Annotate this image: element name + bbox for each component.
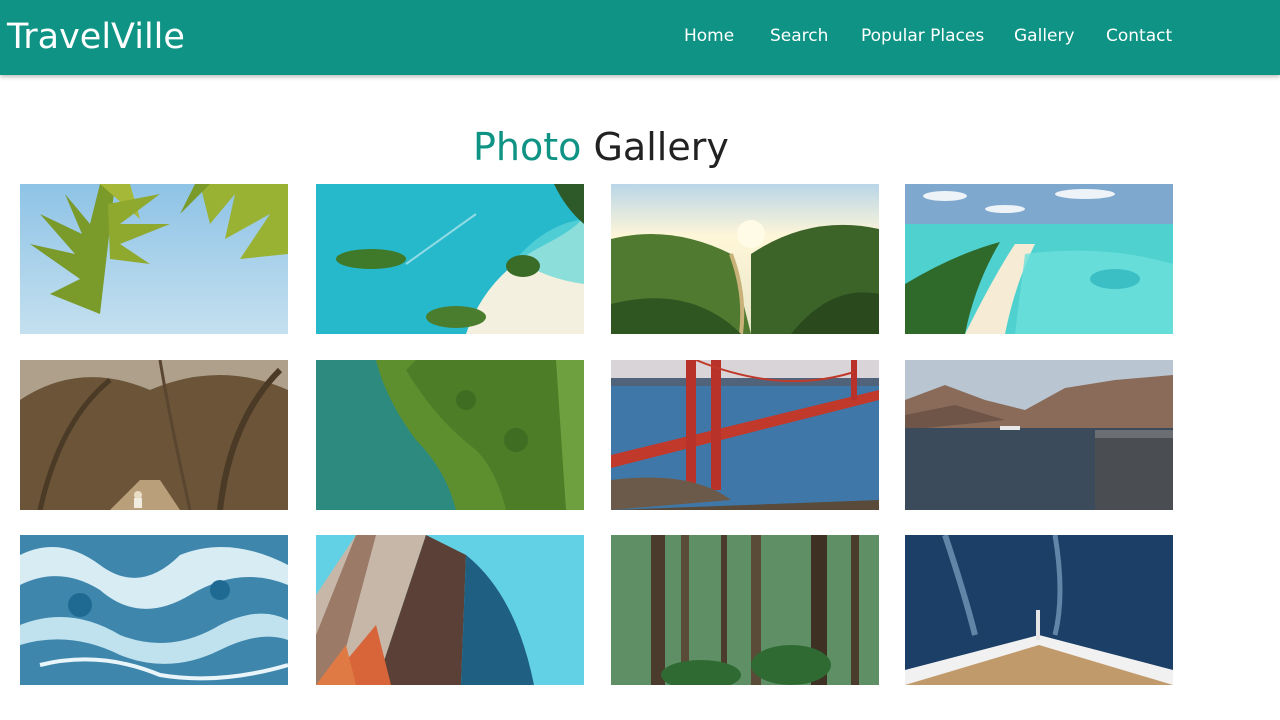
gallery-photo-golden-gate-bridge[interactable] <box>611 360 879 510</box>
gallery-photo-forest-trail-hiker[interactable] <box>20 360 288 510</box>
gallery-photo-tropical-beach[interactable] <box>905 184 1173 334</box>
gallery-title-accent: Photo <box>473 125 582 169</box>
site-logo[interactable]: TravelVille <box>7 15 185 59</box>
gallery-photo-aerial-forest-lake[interactable] <box>316 360 584 510</box>
gallery-photo-mountain-lake-pier[interactable] <box>905 360 1173 510</box>
gallery-photo-ship-bow-ocean[interactable] <box>905 535 1173 685</box>
top-navbar: TravelVille Home Search Popular Places G… <box>0 0 1280 75</box>
gallery-photo-aerial-islands[interactable] <box>316 184 584 334</box>
nav-gallery-link[interactable]: Gallery <box>1014 24 1075 48</box>
gallery-photo-ocean-waves[interactable] <box>20 535 288 685</box>
gallery-photo-palm-leaves[interactable] <box>20 184 288 334</box>
gallery-title-rest: Gallery <box>581 125 729 169</box>
gallery-photo-modern-architecture[interactable] <box>316 535 584 685</box>
gallery-photo-green-valley-sunrise[interactable] <box>611 184 879 334</box>
nav-search-link[interactable]: Search <box>770 24 828 48</box>
gallery-title: Photo Gallery <box>473 122 729 172</box>
nav-home-link[interactable]: Home <box>684 24 734 48</box>
nav-contact-link[interactable]: Contact <box>1106 24 1172 48</box>
nav-popular-places-link[interactable]: Popular Places <box>861 24 984 48</box>
gallery-photo-tall-forest-trees[interactable] <box>611 535 879 685</box>
